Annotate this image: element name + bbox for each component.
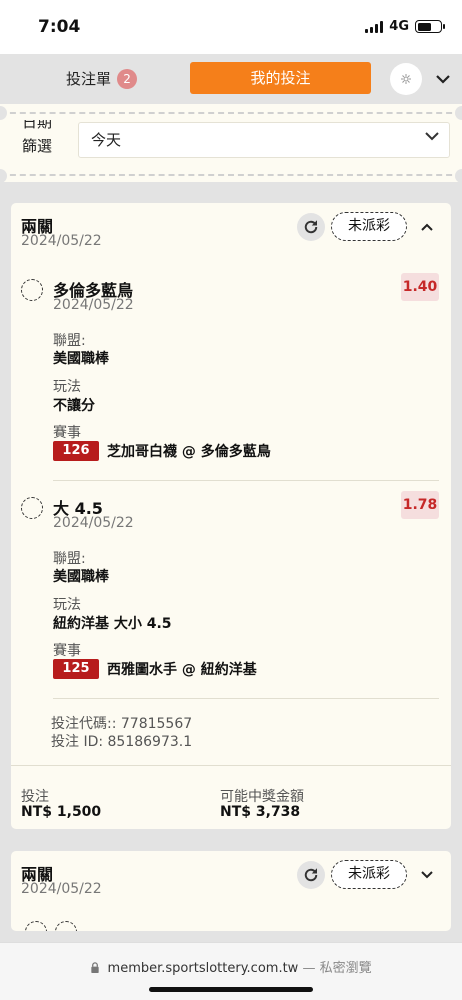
leg-divider	[53, 698, 439, 699]
lock-icon	[91, 962, 100, 973]
league-value: 美國職棒	[53, 351, 109, 367]
league-value: 美國職棒	[53, 569, 109, 585]
market-value: 不讓分	[53, 398, 95, 414]
chevron-down-icon	[436, 74, 450, 84]
settlement-status-badge: 未派彩	[331, 860, 407, 889]
bet-date: 2024/05/22	[21, 881, 102, 897]
event-name: 芝加哥白襪 @ 多倫多藍鳥	[107, 444, 271, 460]
url-display[interactable]: member.sportslottery.com.tw — 私密瀏覽	[0, 957, 462, 976]
leg-select-radio[interactable]	[21, 497, 43, 519]
market-label: 玩法	[53, 379, 81, 395]
bet-card: 兩關 2024/05/22 未派彩	[11, 851, 451, 931]
league-label: 聯盟:	[53, 551, 86, 567]
private-mode-label: — 私密瀏覽	[302, 961, 372, 976]
date-filter-panel: 日期 篩選 今天	[0, 104, 462, 183]
event-label: 賽事	[53, 425, 81, 441]
event-number: 126	[53, 441, 99, 461]
stake-value: NT$ 1,500	[21, 804, 102, 820]
collapse-bet-button[interactable]	[417, 217, 437, 237]
refresh-icon	[304, 868, 318, 882]
payout-value: NT$ 3,738	[220, 804, 301, 820]
chevron-down-icon	[421, 871, 433, 879]
event-info: 125 西雅圖水手 @ 紐約洋基	[53, 659, 257, 679]
event-label: 賽事	[53, 643, 81, 659]
leg-select-radio[interactable]	[55, 921, 77, 931]
gear-icon	[401, 74, 411, 84]
leg-odds: 1.78	[401, 491, 439, 519]
event-info: 126 芝加哥白襪 @ 多倫多藍鳥	[53, 441, 271, 461]
date-filter-label: 日期 篩選	[22, 120, 53, 155]
bet-code: 投注代碼:: 77815567	[51, 716, 193, 732]
market-value: 紐約洋基 大小 4.5	[53, 616, 172, 632]
leg-date: 2024/05/22	[53, 297, 134, 313]
url-text: member.sportslottery.com.tw	[107, 961, 299, 976]
market-label: 玩法	[53, 597, 81, 613]
event-name: 西雅圖水手 @ 紐約洋基	[107, 662, 257, 678]
date-filter-select[interactable]: 今天	[78, 122, 450, 158]
expand-bet-button[interactable]	[417, 865, 437, 885]
bet-date: 2024/05/22	[21, 233, 102, 249]
refresh-button[interactable]	[297, 213, 325, 241]
home-indicator[interactable]	[149, 987, 313, 992]
chevron-down-icon	[425, 132, 439, 141]
event-number: 125	[53, 659, 99, 679]
stake-label: 投注	[21, 789, 49, 805]
betslip-count-badge: 2	[117, 68, 138, 89]
collapse-panel-button[interactable]	[432, 68, 454, 90]
status-bar: 7:04 4G	[0, 0, 462, 54]
leg-date: 2024/05/22	[53, 515, 134, 531]
leg-select-radio[interactable]	[25, 921, 47, 931]
leg-odds: 1.40	[401, 273, 439, 301]
bet-card: 兩關 2024/05/22 未派彩 多倫多藍鳥 2024/05/22 1.40 …	[11, 203, 451, 829]
status-time: 7:04	[38, 17, 81, 37]
bet-tabs: 投注單 2 我的投注	[0, 54, 462, 106]
refresh-button[interactable]	[297, 861, 325, 889]
leg-select-radio[interactable]	[21, 279, 43, 301]
status-indicators: 4G	[365, 19, 445, 34]
league-label: 聯盟:	[53, 333, 86, 349]
bet-summary: 投注 NT$ 1,500 可能中獎金額 NT$ 3,738	[11, 765, 451, 829]
payout-label: 可能中獎金額	[220, 789, 304, 805]
tab-betslip[interactable]: 投注單 2	[66, 68, 138, 89]
battery-icon	[415, 20, 445, 33]
signal-icon	[365, 20, 384, 33]
tab-betslip-label: 投注單	[66, 70, 112, 88]
tab-my-bets[interactable]: 我的投注	[190, 62, 371, 94]
network-type: 4G	[389, 19, 409, 34]
refresh-icon	[304, 220, 318, 234]
settings-button[interactable]	[390, 63, 422, 95]
leg-divider	[53, 480, 439, 481]
settlement-status-badge: 未派彩	[331, 212, 407, 241]
bet-id: 投注 ID: 85186973.1	[51, 734, 193, 750]
chevron-up-icon	[421, 223, 433, 231]
date-filter-value: 今天	[91, 131, 122, 149]
browser-url-bar[interactable]: member.sportslottery.com.tw — 私密瀏覽	[0, 942, 462, 1000]
